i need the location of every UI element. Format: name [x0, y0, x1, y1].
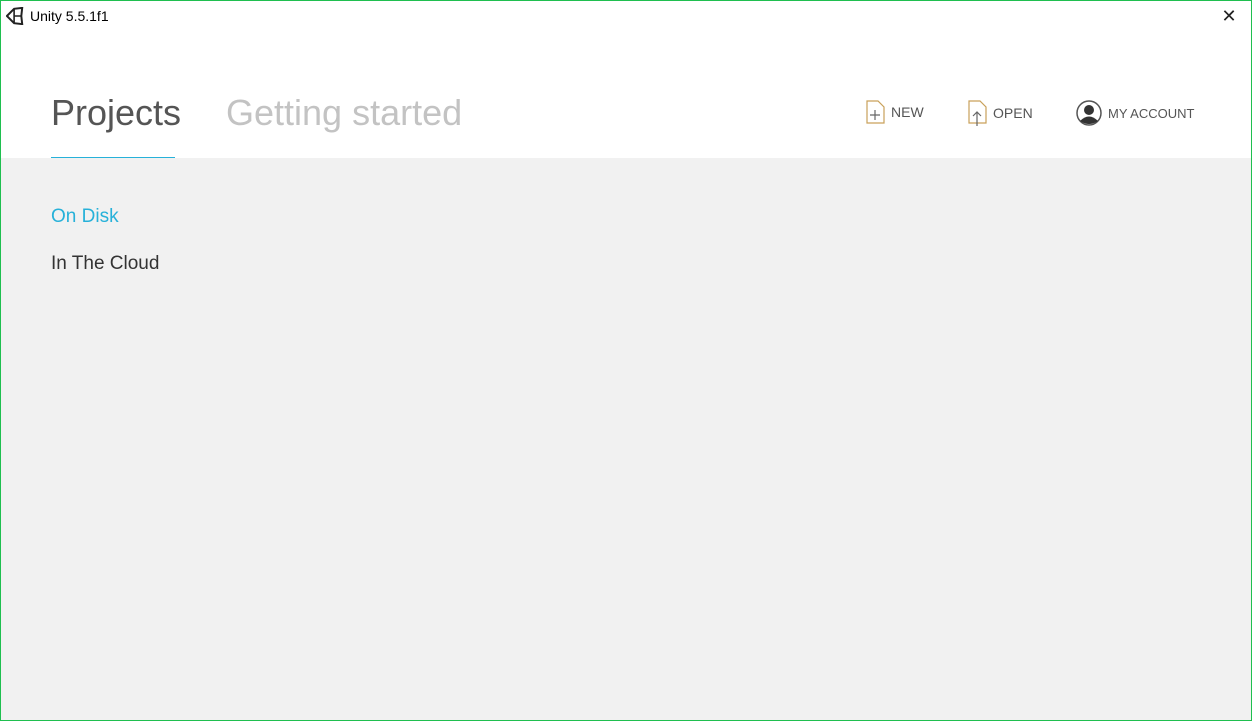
- main-content: On Disk In The Cloud: [0, 158, 1252, 721]
- title-bar: Unity 5.5.1f1 ✕: [0, 0, 1252, 32]
- tab-projects[interactable]: Projects: [51, 92, 181, 134]
- new-file-icon: [866, 100, 885, 124]
- user-avatar-icon: [1076, 100, 1102, 126]
- window-title: Unity 5.5.1f1: [30, 8, 109, 24]
- close-button[interactable]: ✕: [1206, 0, 1252, 32]
- new-button[interactable]: NEW: [866, 100, 924, 124]
- open-button[interactable]: OPEN: [968, 100, 1033, 126]
- open-file-icon: [968, 100, 987, 126]
- sidebar-item-in-the-cloud[interactable]: In The Cloud: [51, 253, 159, 275]
- my-account-button[interactable]: MY ACCOUNT: [1076, 100, 1194, 126]
- my-account-label: MY ACCOUNT: [1108, 105, 1195, 121]
- header: Projects Getting started NEW OPEN MY ACC…: [0, 32, 1252, 160]
- new-label: NEW: [891, 104, 924, 120]
- open-label: OPEN: [993, 105, 1033, 121]
- tab-getting-started[interactable]: Getting started: [226, 92, 462, 134]
- sidebar-item-on-disk[interactable]: On Disk: [51, 206, 119, 228]
- unity-logo-icon: [6, 7, 24, 25]
